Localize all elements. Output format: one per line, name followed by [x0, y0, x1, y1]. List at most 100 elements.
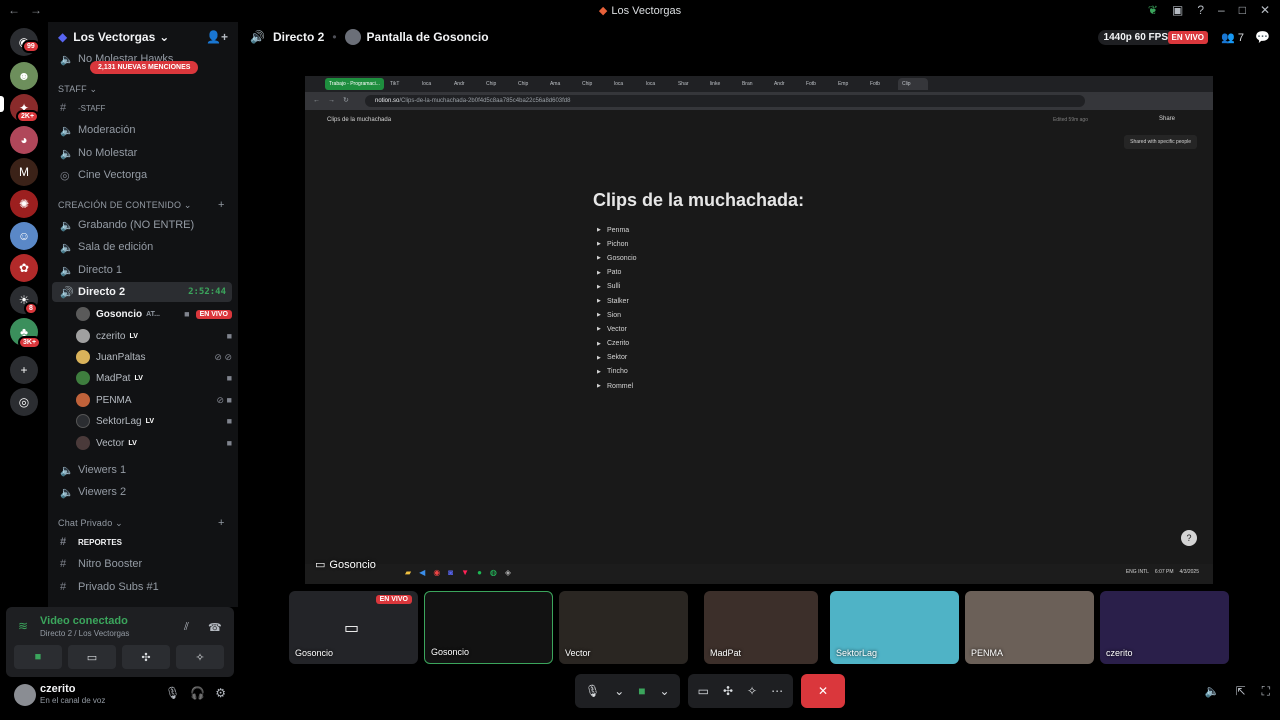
help-icon[interactable]: ? — [1197, 3, 1204, 17]
server-icon[interactable]: ☺ — [10, 222, 38, 250]
browser-tab[interactable]: Chip — [578, 78, 608, 90]
browser-tab[interactable]: Chip — [514, 78, 544, 90]
browser-tab[interactable]: Chip — [482, 78, 512, 90]
shared-screen[interactable]: Trabajo - Programaci... TikT loca Andr C… — [305, 76, 1213, 584]
activities-button[interactable]: ✣ — [122, 645, 170, 669]
more-icon[interactable]: ⋯ — [771, 684, 783, 698]
clock-time[interactable]: 6:07 PM — [1155, 569, 1174, 575]
add-channel-icon[interactable]: + — [218, 517, 225, 529]
disconnect-icon[interactable]: ☎ — [208, 621, 222, 634]
toggle-item[interactable]: ▶ Sion — [597, 308, 637, 322]
browser-tab[interactable]: loca — [418, 78, 448, 90]
channel-staff[interactable]: # -STAFF — [52, 98, 232, 118]
camera-button[interactable]: ■ — [14, 645, 62, 669]
channel-viewers-1[interactable]: 🔈 Viewers 1 — [52, 460, 232, 480]
server-header[interactable]: ◆ Los Vectorgas ⌄ 👤+ — [48, 22, 238, 52]
toggle-arrow-icon[interactable]: ▶ — [597, 298, 607, 304]
browser-tab[interactable]: Fotb — [802, 78, 832, 90]
toggle-item[interactable]: ▶ Stalker — [597, 294, 637, 308]
toggle-arrow-icon[interactable]: ▶ — [597, 312, 607, 318]
toggle-arrow-icon[interactable]: ▶ — [597, 241, 607, 247]
viewer-count[interactable]: 👥 7 — [1221, 31, 1244, 44]
voice-location[interactable]: Directo 2 / Los Vectorgas — [40, 629, 129, 638]
toggle-item[interactable]: ▶ Sulli — [597, 280, 637, 294]
channel-nitro-booster[interactable]: # Nitro Booster — [52, 554, 232, 574]
channel-sala-edicion[interactable]: 🔈 Sala de edición — [52, 237, 232, 257]
channel-no-molestar[interactable]: 🔈 No Molestar — [52, 143, 232, 163]
chrome-icon[interactable]: ◉ — [433, 568, 440, 577]
toggle-item[interactable]: ▶ Sektor — [597, 351, 637, 365]
activities-icon[interactable]: ✣ — [723, 684, 733, 698]
channel-directo-2[interactable]: 🔊 Directo 2 2:52:44 — [52, 282, 232, 302]
browser-tab[interactable]: Fotb — [866, 78, 896, 90]
spotify-icon[interactable]: ● — [477, 568, 482, 577]
microphone-icon[interactable]: 🎙 — [165, 686, 180, 700]
channel-moderacion[interactable]: 🔈 Moderación — [52, 120, 232, 140]
participant-tile[interactable]: SektorLag — [830, 591, 959, 664]
server-icon[interactable]: ✿ — [10, 254, 38, 282]
browser-tab[interactable]: Andr — [770, 78, 800, 90]
volume-icon[interactable]: 🔈 — [1205, 684, 1220, 699]
tab-group[interactable]: Trabajo - Programaci... — [325, 78, 384, 90]
address-bar[interactable]: notion.so/Clips-de-la-muchachada-2b0f4d5… — [365, 95, 1085, 107]
participant-tile[interactable]: PENMA — [965, 591, 1094, 664]
browser-tab[interactable]: linke — [706, 78, 736, 90]
toggle-item[interactable]: ▶ Tincho — [597, 365, 637, 379]
toggle-item[interactable]: ▶ Rommel — [597, 379, 637, 393]
headphones-icon[interactable]: 🎧 — [190, 686, 205, 700]
voice-user[interactable]: MadPat LV ■ — [76, 368, 232, 388]
participant-tile[interactable]: Vector — [559, 591, 688, 664]
channel-cine[interactable]: ◎ Cine Vectorga — [52, 165, 232, 185]
folder-icon[interactable]: ▰ — [405, 568, 411, 577]
toggle-arrow-icon[interactable]: ▶ — [597, 255, 607, 261]
help-icon[interactable]: ? — [1181, 530, 1197, 546]
toggle-arrow-icon[interactable]: ▶ — [597, 383, 607, 389]
toggle-item[interactable]: ▶ Pato — [597, 266, 637, 280]
server-icon[interactable]: ☻ — [10, 62, 38, 90]
toggle-arrow-icon[interactable]: ▶ — [597, 369, 607, 375]
steam-icon[interactable]: ◈ — [505, 568, 511, 577]
toggle-item[interactable]: ▶ Penma — [597, 223, 637, 237]
soundboard-icon[interactable]: ✧ — [747, 684, 757, 698]
chat-icon[interactable]: 💬 — [1255, 30, 1270, 44]
toggle-arrow-icon[interactable]: ▶ — [597, 270, 607, 276]
server-icon[interactable]: ◕ — [10, 126, 38, 154]
category-private[interactable]: Chat Privado ⌄ + — [58, 517, 228, 529]
browser-tab[interactable]: Shar — [674, 78, 704, 90]
discord-icon[interactable]: ◙ — [448, 568, 453, 577]
brave-icon[interactable]: ▼ — [461, 568, 469, 577]
toggle-item[interactable]: ▶ Pichon — [597, 237, 637, 251]
minimize-icon[interactable]: – — [1218, 3, 1225, 17]
page-title[interactable]: Clips de la muchachada: — [593, 190, 804, 211]
user-name[interactable]: czerito — [40, 683, 75, 695]
channel-privado-subs[interactable]: # Privado Subs #1 — [52, 577, 232, 597]
server-icon[interactable]: ✺ — [10, 190, 38, 218]
invite-icon[interactable]: 👤+ — [206, 30, 228, 44]
settings-gear-icon[interactable]: ⚙ — [215, 686, 226, 700]
clock-date[interactable]: 4/3/2025 — [1180, 569, 1199, 575]
voice-user[interactable]: czerito LV ■ — [76, 326, 232, 346]
language-indicator[interactable]: ENG INTL — [1126, 569, 1149, 575]
share-button[interactable]: Share — [1159, 116, 1175, 122]
leaf-icon[interactable]: ❦ — [1148, 3, 1158, 17]
browser-tab[interactable]: loca — [642, 78, 672, 90]
voice-user[interactable]: Gosoncio AT... ■ EN VIVO — [76, 304, 232, 324]
browser-tab[interactable]: TikT — [386, 78, 416, 90]
browser-tab[interactable]: loca — [610, 78, 640, 90]
chevron-down-icon[interactable]: ⌄ — [614, 684, 624, 698]
channel-directo-1[interactable]: 🔈 Directo 1 — [52, 260, 232, 280]
chevron-down-icon[interactable]: ⌄ — [660, 684, 670, 698]
noise-suppression-icon[interactable]: ⫽ — [184, 621, 189, 634]
mic-icon[interactable]: 🎙 — [585, 684, 600, 698]
participant-tile[interactable]: czerito — [1100, 591, 1229, 664]
toggle-item[interactable]: ▶ Czerito — [597, 337, 637, 351]
close-icon[interactable]: ✕ — [1260, 3, 1270, 17]
avatar[interactable] — [14, 684, 36, 706]
whatsapp-icon[interactable]: ◍ — [490, 568, 497, 577]
browser-tab[interactable]: Emp — [834, 78, 864, 90]
screen-share-button[interactable]: ▭ — [68, 645, 116, 669]
fullscreen-icon[interactable]: ⛶ — [1262, 684, 1270, 699]
breadcrumb[interactable]: Clips de la muchachada — [327, 117, 391, 123]
voice-status[interactable]: Video conectado — [40, 615, 128, 627]
toggle-arrow-icon[interactable]: ▶ — [597, 341, 607, 347]
